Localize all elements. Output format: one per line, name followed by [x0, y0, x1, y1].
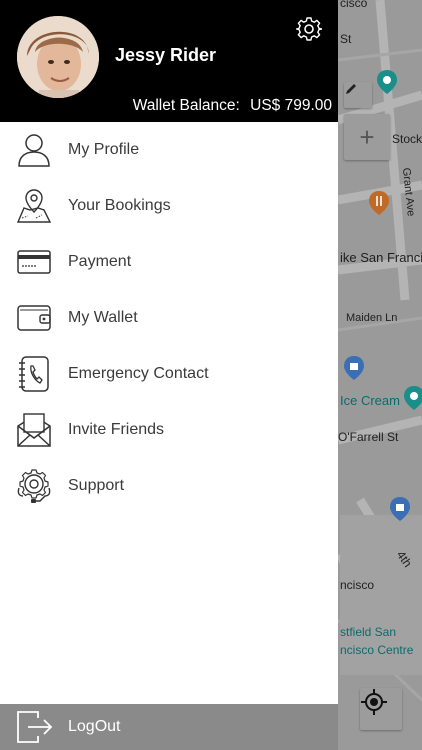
- user-name: Jessy Rider: [115, 45, 217, 65]
- menu-label: Payment: [68, 253, 132, 270]
- map-label: St: [340, 32, 352, 46]
- pin-teal-icon[interactable]: [403, 385, 422, 411]
- gear-icon[interactable]: [296, 16, 322, 42]
- menu-label: Emergency Contact: [68, 365, 209, 382]
- map-label: ncisco Centre: [340, 643, 414, 657]
- menu-item-support[interactable]: Support: [0, 458, 338, 514]
- menu-label: Support: [68, 477, 125, 494]
- edit-button[interactable]: [344, 82, 372, 108]
- navigation-drawer: Jessy Rider Wallet Balance: US$ 799.00 M…: [0, 0, 338, 750]
- map-label: stfield San: [340, 625, 397, 639]
- drawer-header: Jessy Rider Wallet Balance: US$ 799.00: [0, 0, 338, 122]
- credit-card-icon: [17, 250, 51, 274]
- wallet-icon: [17, 305, 51, 331]
- menu-label: My Wallet: [68, 309, 138, 326]
- menu-item-your-bookings[interactable]: Your Bookings: [0, 178, 338, 234]
- avatar-photo: [17, 16, 99, 98]
- envelope-icon: [17, 413, 51, 447]
- map-label: ncisco: [340, 578, 375, 592]
- person-icon: [18, 134, 50, 167]
- map-label: Stockt: [392, 132, 422, 146]
- wallet-label: Wallet Balance:: [132, 97, 240, 114]
- menu-item-my-wallet[interactable]: My Wallet: [0, 290, 338, 346]
- map-pin-icon: [16, 189, 52, 223]
- menu-label: Invite Friends: [68, 421, 165, 438]
- shopping-bag-icon[interactable]: [343, 355, 365, 381]
- menu-item-payment[interactable]: Payment: [0, 234, 338, 290]
- shopping-bag-icon[interactable]: [389, 496, 411, 522]
- avatar[interactable]: [17, 16, 99, 98]
- menu-item-emergency-contact[interactable]: Emergency Contact: [0, 346, 338, 402]
- pencil-icon: [346, 84, 356, 94]
- map-label: Maiden Ln: [346, 312, 398, 324]
- menu-item-invite-friends[interactable]: Invite Friends: [0, 402, 338, 458]
- logout-icon: [17, 711, 53, 743]
- fork-knife-icon[interactable]: [368, 190, 390, 216]
- menu-label: My Profile: [68, 141, 140, 158]
- zoom-in-button[interactable]: +: [344, 114, 390, 160]
- crosshair-icon: [361, 689, 387, 715]
- map-label: O'Farrell St: [338, 430, 399, 444]
- logout-label: LogOut: [68, 718, 121, 735]
- wallet-value: US$ 799.00: [250, 97, 332, 114]
- phone-book-icon: [19, 356, 49, 392]
- map-label: cisco: [340, 0, 368, 10]
- map-label: ike San Franci: [340, 250, 422, 265]
- support-gear-icon: [17, 469, 51, 503]
- logout-button[interactable]: LogOut: [0, 704, 338, 750]
- zoom-in-label: +: [359, 121, 375, 152]
- menu-label: Your Bookings: [68, 197, 171, 214]
- pin-teal-icon[interactable]: [376, 69, 398, 95]
- menu-item-my-profile[interactable]: My Profile: [0, 122, 338, 178]
- wallet-balance: Wallet Balance: US$ 799.00: [133, 97, 332, 115]
- my-location-button[interactable]: [360, 688, 402, 730]
- map-label: Ice Cream: [340, 393, 400, 408]
